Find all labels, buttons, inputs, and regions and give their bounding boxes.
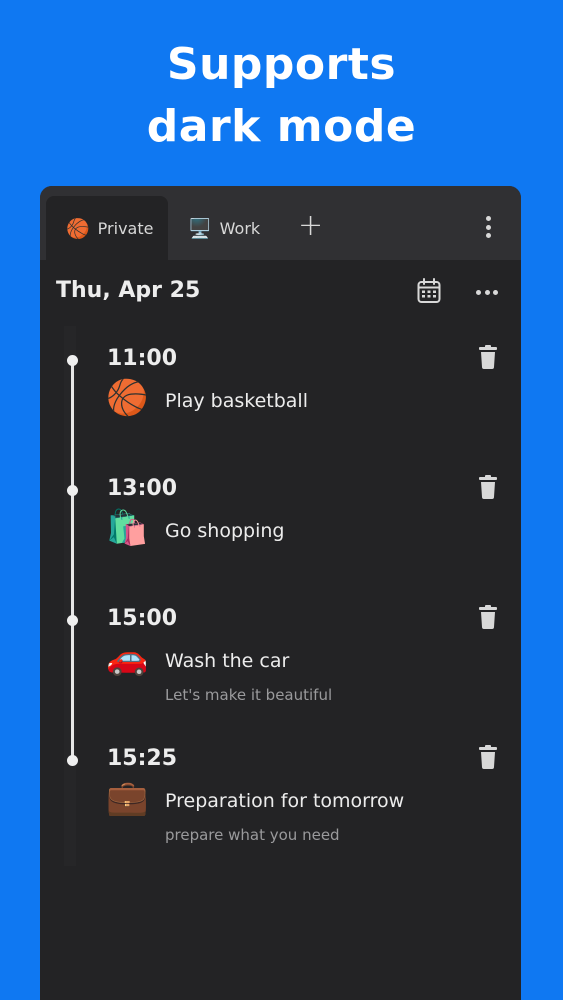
trash-icon[interactable] [478,345,498,369]
tab-bar: 🏀 Private 🖥️ Work + [40,186,521,260]
tab-work-label: Work [219,218,261,238]
headline-line-1: Supports [166,39,397,90]
event-note: prepare what you need [165,826,340,844]
trash-icon[interactable] [478,475,498,499]
event-time: 15:00 [107,606,178,631]
date-header: Thu, Apr 25 [56,278,506,308]
event-item[interactable]: 15:25 💼 Preparation for tomorrow prepare… [40,742,521,862]
basketball-icon: 🏀 [106,378,149,418]
event-item[interactable]: 13:00 🛍️ Go shopping [40,472,521,592]
event-title: Preparation for tomorrow [165,790,405,812]
tab-work[interactable]: 🖥️ Work [188,196,260,260]
event-item[interactable]: 11:00 🏀 Play basketball [40,342,521,462]
tab-private[interactable]: 🏀 Private [46,196,168,260]
event-title: Wash the car [165,650,290,672]
headline-line-2: dark mode [146,101,417,152]
tab-private-label: Private [97,218,154,238]
timeline-dot [67,485,78,496]
event-time: 13:00 [107,476,178,501]
shopping-bags-icon: 🛍️ [106,508,149,548]
briefcase-icon: 💼 [106,778,149,818]
basketball-icon: 🏀 [66,217,90,240]
desktop-computer-icon: 🖥️ [188,217,212,240]
trash-icon[interactable] [478,605,498,629]
headline: Supports dark mode [0,34,563,158]
add-tab-button[interactable]: + [298,210,323,242]
event-title: Play basketball [165,390,308,412]
event-time: 11:00 [107,346,178,371]
car-icon: 🚗 [106,638,149,678]
timeline-dot [67,355,78,366]
trash-icon[interactable] [478,745,498,769]
event-time: 15:25 [107,746,178,771]
app-window: 🏀 Private 🖥️ Work + Thu, Apr 25 11:00 🏀 … [40,186,521,1000]
event-item[interactable]: 15:00 🚗 Wash the car Let's make it beaut… [40,602,521,722]
event-note: Let's make it beautiful [165,686,333,704]
calendar-icon[interactable] [417,278,441,304]
more-options-icon[interactable] [476,290,498,295]
timeline-dot [67,755,78,766]
event-title: Go shopping [165,520,285,542]
vertical-more-icon[interactable] [484,216,492,238]
timeline-dot [67,615,78,626]
